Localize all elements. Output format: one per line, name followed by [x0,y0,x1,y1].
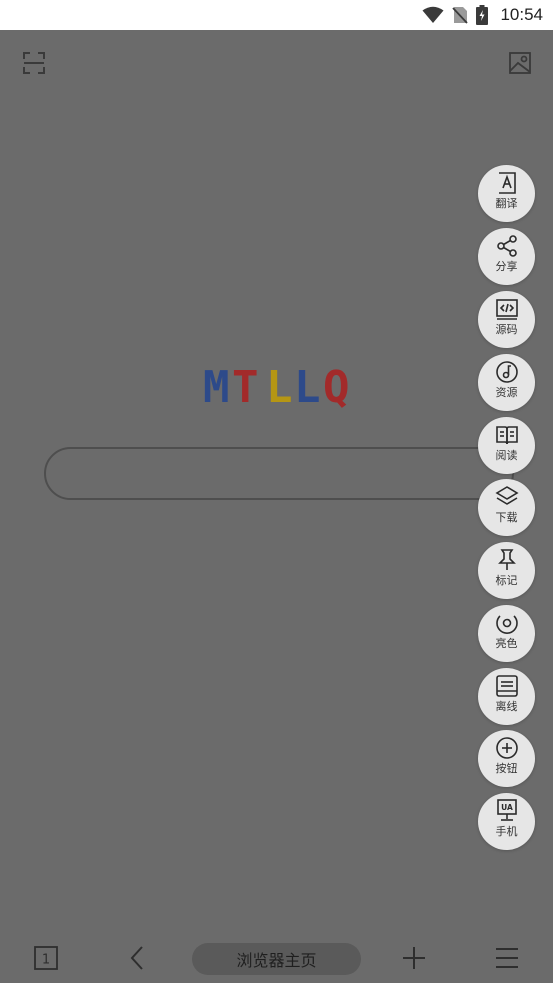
user-agent-label: 手机 [495,825,518,838]
reading-button[interactable]: 阅读 [478,417,535,474]
back-button[interactable] [125,945,151,971]
browser-logo: M T L L Q [0,366,553,410]
user-agent-button[interactable]: UA 手机 [478,793,535,850]
custom-buttons-button[interactable]: 按钮 [478,730,535,787]
new-tab-button[interactable] [401,945,427,971]
pin-icon [497,549,516,570]
code-icon [495,299,518,320]
bookmark-label: 标记 [495,574,518,587]
menu-button[interactable] [494,945,520,971]
home-page-label: 浏览器主页 [236,951,317,970]
resources-label: 资源 [495,386,518,399]
source-code-button[interactable]: 源码 [478,291,535,348]
logo-letter: M [203,362,230,413]
logo-letter: T [232,362,259,413]
brightness-button[interactable]: 亮色 [478,605,535,662]
wallpaper-image-icon[interactable] [507,50,533,76]
translate-icon [498,172,516,194]
plus-circle-icon [495,737,518,759]
brightness-label: 亮色 [495,637,518,650]
logo-letter: Q [323,362,350,413]
logo-letter: L [294,362,321,413]
svg-text:UA: UA [501,803,513,812]
download-label: 下载 [495,511,518,524]
layers-icon [494,486,519,505]
logo-letter: L [266,362,293,413]
download-button[interactable]: 下载 [478,479,535,536]
source-code-label: 源码 [495,323,518,336]
wifi-icon [422,6,444,23]
home-page-button[interactable]: 浏览器主页 [192,943,361,975]
offline-page-icon [495,675,518,697]
share-icon [496,235,517,257]
eye-icon [495,615,518,634]
translate-label: 翻译 [495,197,518,210]
tab-count: 1 [42,953,50,968]
status-bar: 10:54 [0,0,553,30]
scan-icon[interactable] [21,50,47,76]
reading-label: 阅读 [495,449,518,462]
custom-buttons-label: 按钮 [495,762,518,775]
offline-label: 离线 [495,700,518,713]
share-label: 分享 [495,260,518,273]
translate-button[interactable]: 翻译 [478,165,535,222]
ua-monitor-icon: UA [496,799,517,821]
search-input[interactable] [44,447,514,500]
no-sim-icon [452,7,469,24]
status-time: 10:54 [500,5,543,24]
offline-button[interactable]: 离线 [478,668,535,725]
resources-button[interactable]: 资源 [478,354,535,411]
bookmark-button[interactable]: 标记 [478,542,535,599]
share-button[interactable]: 分享 [478,228,535,285]
battery-charging-icon [476,5,489,25]
book-icon [495,426,518,445]
music-note-icon [495,361,518,383]
tabs-counter-button[interactable]: 1 [33,945,59,971]
